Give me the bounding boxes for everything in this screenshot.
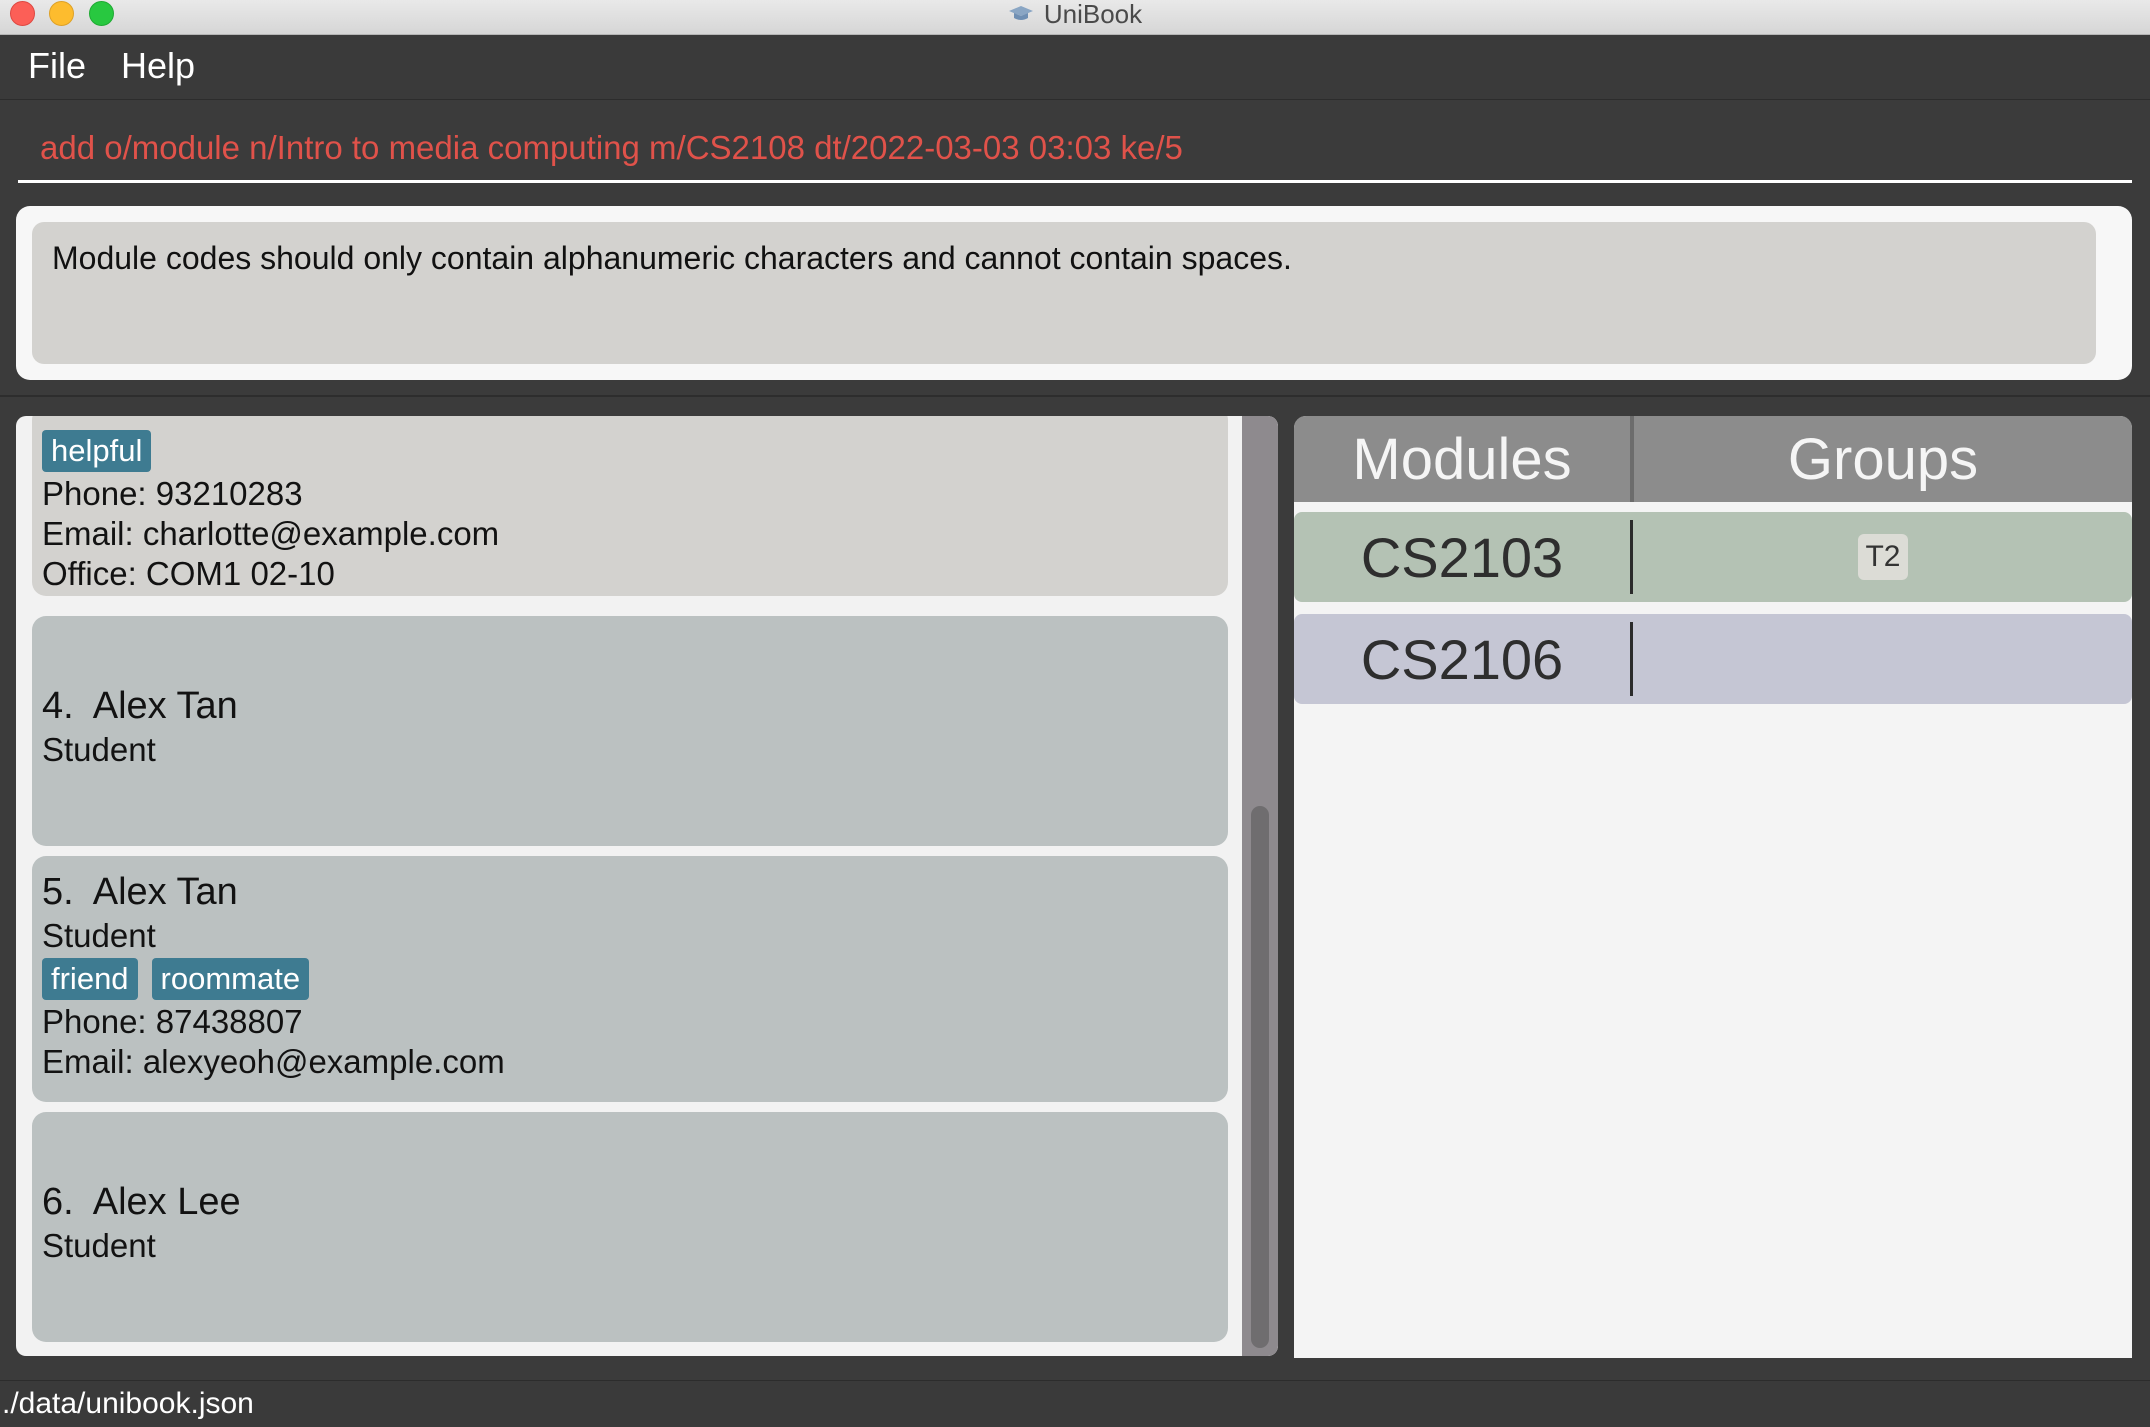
person-email: Email: charlotte@example.com — [42, 515, 500, 552]
tag: roommate — [151, 958, 310, 1000]
person-role: Student — [42, 917, 156, 954]
person-list[interactable]: helpful Phone: 93210283 Email: charlotte… — [16, 416, 1278, 1356]
module-row[interactable]: CS2103 T2 — [1294, 512, 2132, 602]
person-role: Student — [42, 731, 156, 768]
tag: friend — [42, 958, 138, 1000]
person-name-line: 4. Alex Tan — [42, 682, 238, 730]
command-input[interactable] — [40, 122, 2120, 174]
module-table-header: Modules Groups — [1294, 416, 2132, 502]
window-titlebar: UniBook — [0, 0, 2150, 35]
module-panel: Modules Groups CS2103 T2 CS2106 — [1294, 416, 2132, 1358]
graduation-cap-icon — [1008, 6, 1033, 20]
column-separator — [1630, 622, 1633, 696]
groups-column-header[interactable]: Groups — [1634, 416, 2132, 502]
person-name: Alex Tan — [92, 685, 238, 727]
person-card[interactable]: 6. Alex Lee Student — [32, 1112, 1228, 1342]
group-chip[interactable]: T2 — [1858, 534, 1908, 580]
column-separator — [1630, 520, 1633, 594]
person-index: 5. — [42, 871, 74, 913]
person-name-line: 6. Alex Lee — [42, 1178, 241, 1226]
person-card[interactable]: 5. Alex Tan Student friend roommate Phon… — [32, 856, 1228, 1102]
person-email: Email: alexyeoh@example.com — [42, 1043, 505, 1080]
tag-list: helpful — [42, 430, 499, 472]
menu-bar: File Help — [0, 35, 2150, 100]
module-groups: T2 — [1634, 512, 2132, 602]
list-scrollbar-thumb[interactable] — [1251, 806, 1269, 1348]
data-file-path: ./data/unibook.json — [2, 1387, 254, 1420]
person-name-line: 5. Alex Tan — [42, 868, 505, 916]
panel-divider — [0, 395, 2150, 397]
window-title: UniBook — [1043, 0, 1143, 29]
person-phone: Phone: 93210283 — [42, 475, 303, 512]
tag: helpful — [42, 430, 152, 472]
module-code: CS2103 — [1360, 525, 1564, 589]
person-index: 6. — [42, 1181, 74, 1223]
person-name: Alex Tan — [92, 871, 238, 913]
person-role: Student — [42, 1227, 156, 1264]
module-groups — [1634, 614, 2132, 704]
tag-list: friend roommate — [42, 958, 505, 1000]
person-index: 4. — [42, 685, 74, 727]
module-code: CS2106 — [1360, 627, 1564, 691]
result-display: Module codes should only contain alphanu… — [16, 206, 2132, 380]
status-bar: ./data/unibook.json — [0, 1380, 2150, 1427]
command-box — [18, 118, 2132, 183]
result-display-area[interactable]: Module codes should only contain alphanu… — [32, 222, 2096, 364]
person-phone: Phone: 87438807 — [42, 1003, 303, 1040]
menu-help[interactable]: Help — [121, 45, 195, 87]
person-card[interactable]: 4. Alex Tan Student — [32, 616, 1228, 846]
person-card[interactable]: helpful Phone: 93210283 Email: charlotte… — [32, 416, 1228, 596]
modules-column-header[interactable]: Modules — [1294, 416, 1630, 502]
person-name: Alex Lee — [92, 1181, 241, 1223]
module-row[interactable]: CS2106 — [1294, 614, 2132, 704]
person-office: Office: COM1 02-10 — [42, 555, 335, 592]
result-message: Module codes should only contain alphanu… — [52, 240, 1292, 276]
menu-file[interactable]: File — [28, 45, 86, 87]
